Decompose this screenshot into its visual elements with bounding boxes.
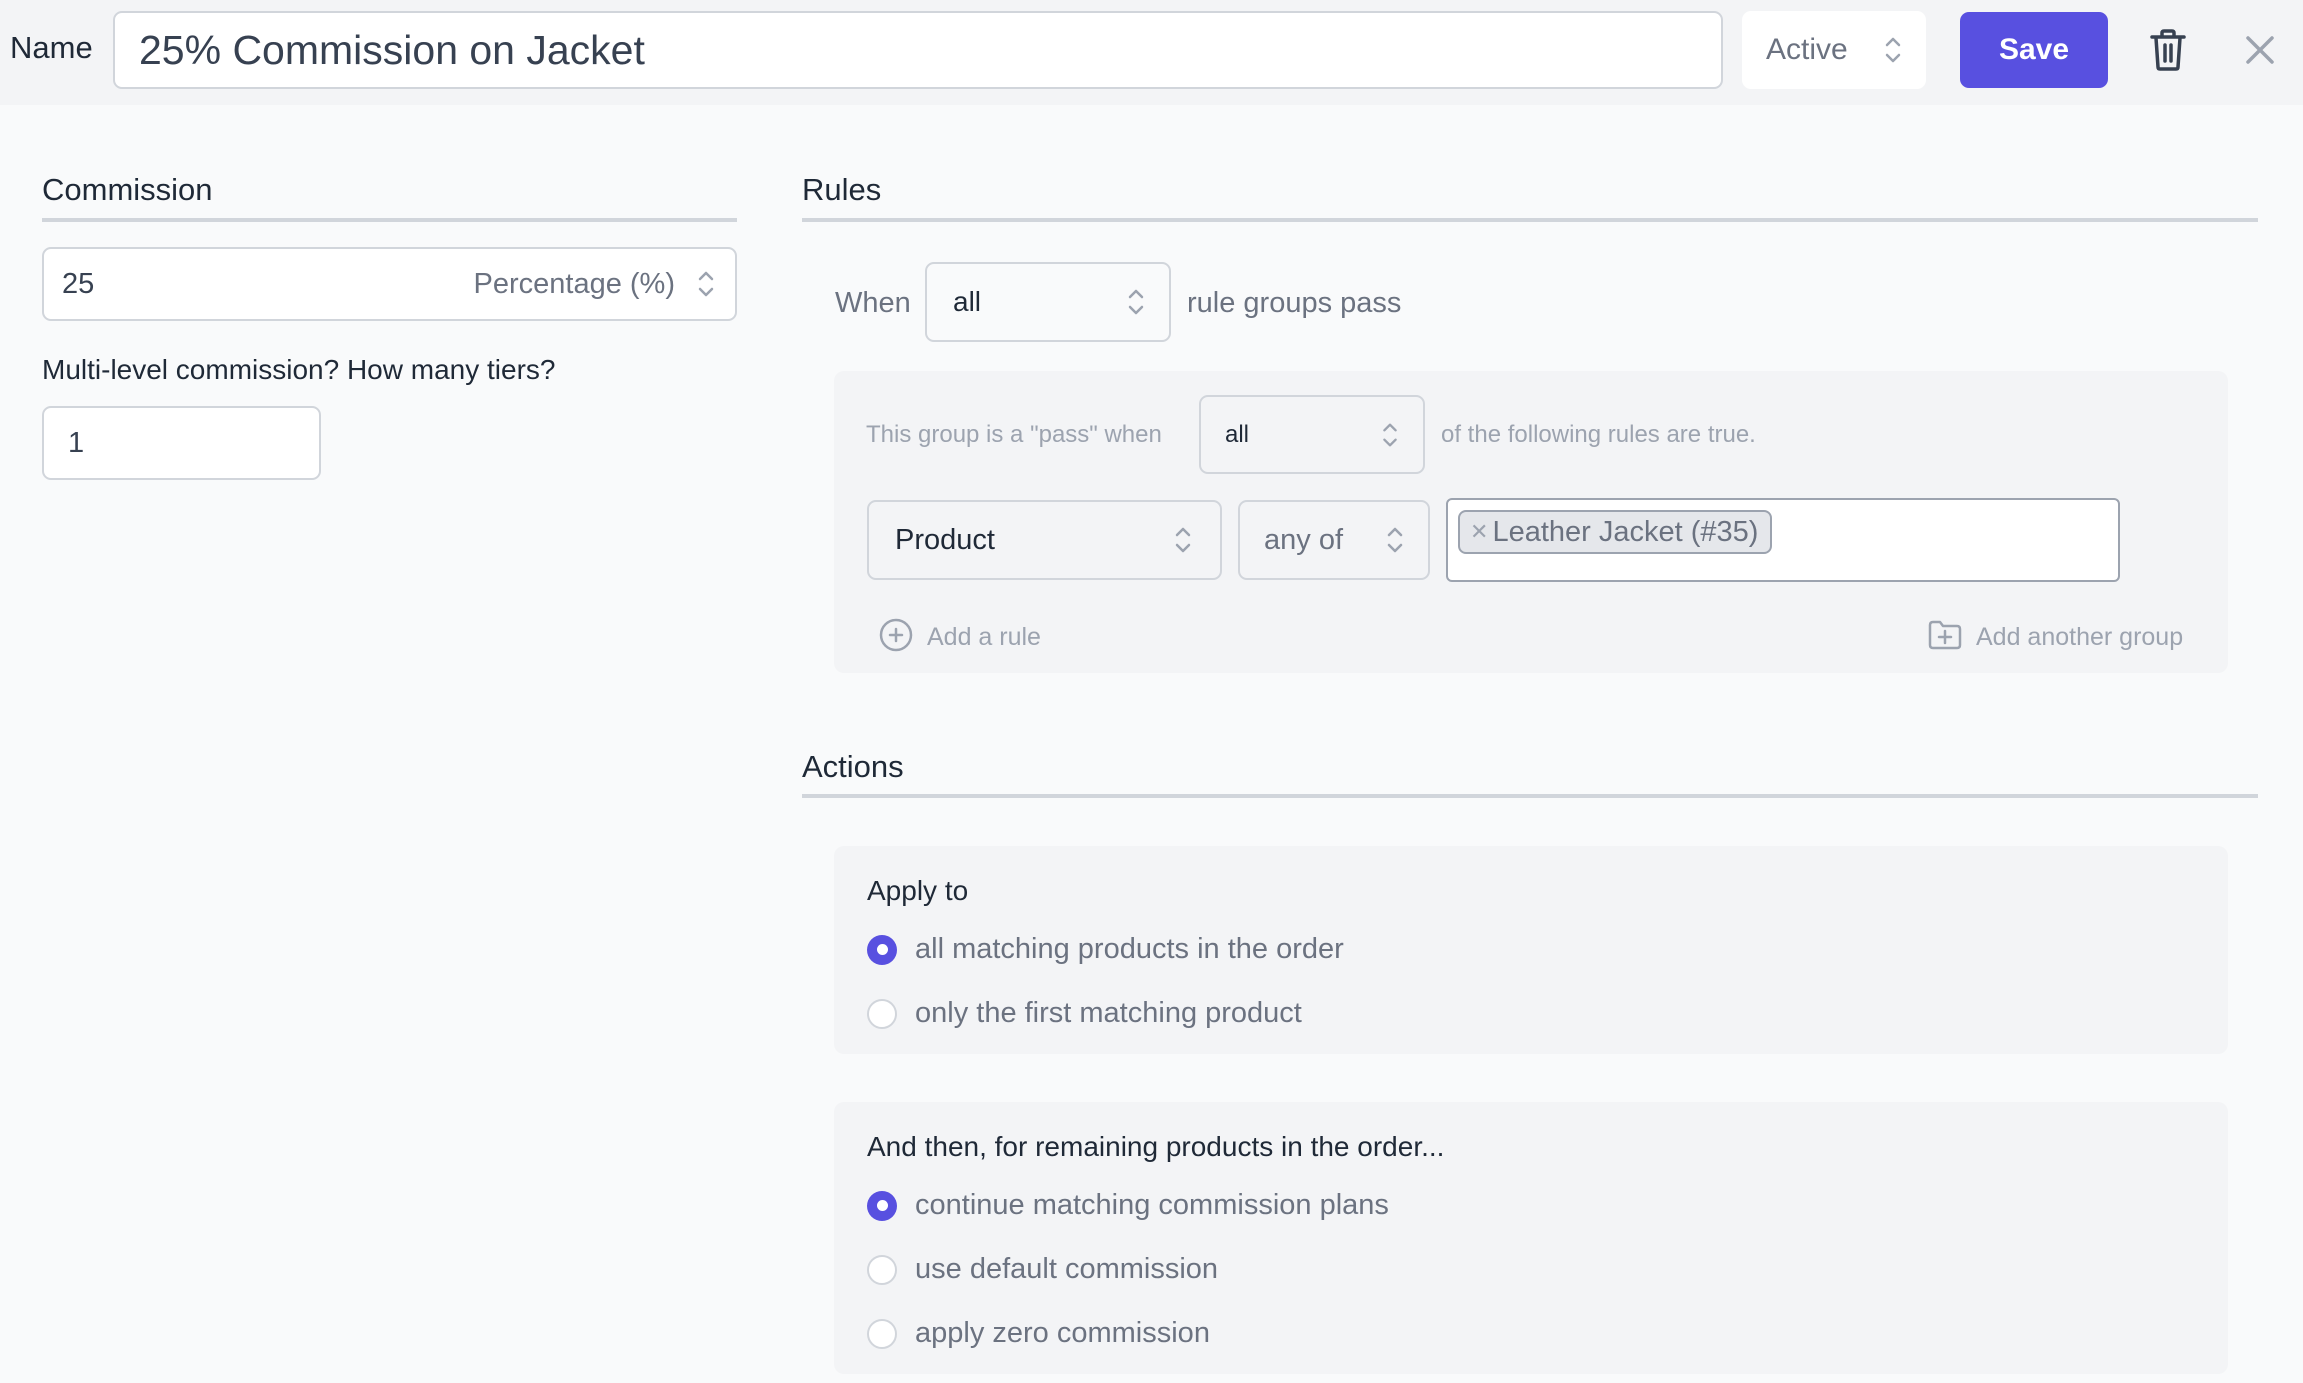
group-pass-select-value: all bbox=[1225, 420, 1250, 448]
group-pass-suffix: of the following rules are true. bbox=[1441, 421, 1756, 448]
actions-divider bbox=[802, 794, 2258, 798]
status-select-value: Active bbox=[1766, 33, 1848, 66]
apply-to-title: Apply to bbox=[867, 875, 969, 906]
rule-value-tag-label: Leather Jacket (#35) bbox=[1492, 515, 1759, 548]
add-group-label: Add another group bbox=[1976, 623, 2184, 651]
remaining-option-label: continue matching commission plans bbox=[915, 1189, 1389, 1221]
name-input-value: 25% Commission on Jacket bbox=[139, 26, 645, 73]
chevron-up-down-icon bbox=[1127, 286, 1145, 318]
when-select[interactable]: all bbox=[925, 262, 1171, 342]
radio-unselected[interactable] bbox=[867, 1254, 897, 1285]
add-group-button[interactable]: Add another group bbox=[1928, 620, 2183, 655]
name-label: Name bbox=[10, 30, 93, 65]
commission-amount-field[interactable]: 25 Percentage (%) bbox=[42, 247, 737, 321]
apply-to-option-label: all matching products in the order bbox=[915, 933, 1344, 965]
rules-divider bbox=[802, 218, 2258, 222]
chevron-up-down-icon bbox=[1174, 524, 1192, 556]
remaining-option-label: use default commission bbox=[915, 1253, 1219, 1285]
rule-operator-select[interactable]: any of bbox=[1238, 500, 1430, 580]
remove-tag-icon[interactable]: ✕ bbox=[1470, 519, 1488, 545]
tiers-label: Multi-level commission? How many tiers? bbox=[42, 354, 556, 385]
group-pass-prefix: This group is a "pass" when bbox=[866, 421, 1162, 448]
rule-operator-value: any of bbox=[1264, 523, 1343, 556]
remaining-title: And then, for remaining products in the … bbox=[867, 1131, 1445, 1162]
rule-field-select[interactable]: Product bbox=[867, 500, 1222, 580]
trash-icon[interactable] bbox=[2148, 28, 2188, 72]
folder-plus-icon bbox=[1928, 620, 1962, 655]
rules-title: Rules bbox=[802, 172, 882, 207]
actions-title: Actions bbox=[802, 749, 904, 784]
close-icon[interactable] bbox=[2240, 30, 2280, 70]
commission-amount-value: 25 bbox=[62, 267, 95, 300]
save-button[interactable]: Save bbox=[1960, 12, 2108, 88]
chevron-up-down-icon bbox=[1386, 524, 1404, 556]
status-select[interactable]: Active bbox=[1742, 11, 1926, 89]
rule-value-tag: ✕ Leather Jacket (#35) bbox=[1458, 510, 1773, 554]
radio-unselected[interactable] bbox=[867, 1318, 897, 1349]
when-select-value: all bbox=[953, 286, 982, 317]
tiers-input-value: 1 bbox=[68, 426, 85, 459]
rule-values-input[interactable]: ✕ Leather Jacket (#35) bbox=[1446, 498, 2120, 582]
remaining-option-zero[interactable]: apply zero commission bbox=[867, 1317, 1210, 1350]
radio-selected[interactable] bbox=[867, 934, 897, 965]
chevron-up-down-icon bbox=[1884, 34, 1902, 66]
remaining-option-continue[interactable]: continue matching commission plans bbox=[867, 1189, 1389, 1222]
when-label: When bbox=[835, 287, 911, 319]
commission-title: Commission bbox=[42, 172, 213, 207]
commission-divider bbox=[42, 218, 737, 222]
apply-to-option-first[interactable]: only the first matching product bbox=[867, 997, 1302, 1030]
radio-unselected[interactable] bbox=[867, 998, 897, 1029]
radio-selected[interactable] bbox=[867, 1190, 897, 1221]
group-pass-select[interactable]: all bbox=[1199, 395, 1425, 474]
tiers-input[interactable]: 1 bbox=[42, 406, 321, 480]
chevron-up-down-icon bbox=[697, 268, 715, 300]
add-rule-button[interactable]: Add a rule bbox=[879, 618, 1041, 657]
name-input[interactable]: 25% Commission on Jacket bbox=[113, 11, 1723, 89]
apply-to-option-all[interactable]: all matching products in the order bbox=[867, 933, 1344, 966]
apply-to-option-label: only the first matching product bbox=[915, 997, 1302, 1029]
when-suffix: rule groups pass bbox=[1187, 287, 1402, 319]
chevron-up-down-icon bbox=[1381, 420, 1399, 450]
rule-field-value: Product bbox=[895, 523, 995, 556]
plus-circle-icon bbox=[879, 618, 913, 657]
commission-type-select[interactable]: Percentage (%) bbox=[474, 268, 716, 301]
add-rule-label: Add a rule bbox=[927, 623, 1041, 651]
commission-type-value: Percentage (%) bbox=[473, 267, 676, 300]
remaining-option-label: apply zero commission bbox=[915, 1317, 1210, 1349]
remaining-option-default[interactable]: use default commission bbox=[867, 1253, 1218, 1286]
